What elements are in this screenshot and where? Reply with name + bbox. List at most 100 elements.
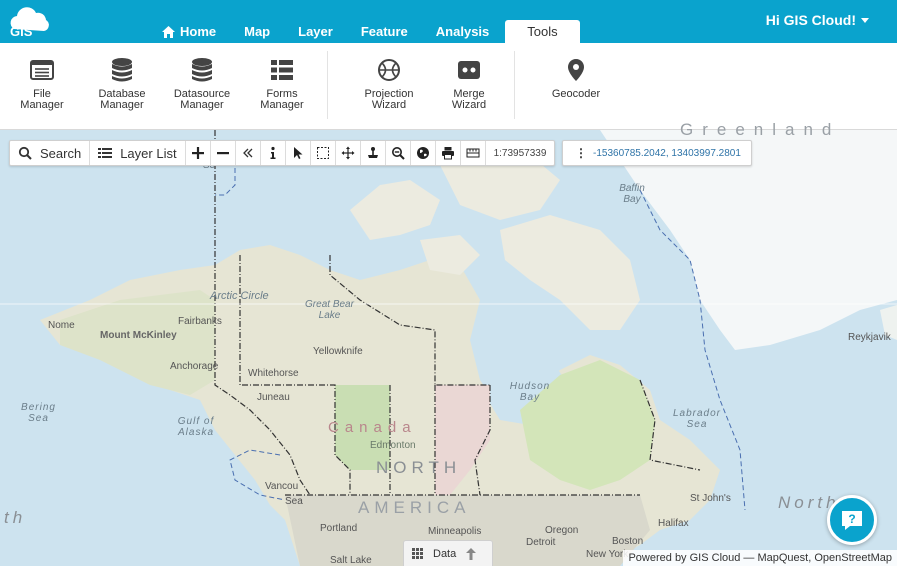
- map-attribution: Powered by GIS Cloud — MapQuest, OpenStr…: [623, 550, 897, 566]
- map-label-hudson-bay: Hudson Bay: [509, 381, 551, 403]
- gis-cloud-logo[interactable]: GIS: [6, 5, 52, 39]
- tool-file-manager[interactable]: File Manager: [2, 57, 82, 111]
- map-label-st-johns: St John's: [690, 493, 731, 504]
- database-icon: [112, 58, 132, 82]
- nav-tab-label: Tools: [527, 24, 558, 39]
- map-label-pacific-fragment: th: [4, 508, 27, 527]
- data-panel-tab[interactable]: Data: [403, 540, 493, 566]
- map-label-portland: Portland: [320, 523, 358, 534]
- tool-datasource-manager[interactable]: Datasource Manager: [162, 57, 242, 111]
- full-extent-button[interactable]: [411, 141, 436, 165]
- svg-text:?: ?: [848, 512, 855, 526]
- select-tool-button[interactable]: [286, 141, 311, 165]
- map-scale: 1:73957339: [493, 147, 547, 159]
- map-label-oregon: Oregon: [545, 525, 579, 536]
- nav-tab-tools[interactable]: Tools: [505, 20, 580, 43]
- map-label-salt-lake: Salt Lake: [330, 555, 372, 566]
- map-label-vancouver: Vancou: [265, 481, 299, 492]
- zoom-out-icon: [216, 152, 229, 155]
- map-pin-icon: [568, 59, 584, 81]
- tool-label: Database Manager: [98, 88, 146, 111]
- map-label-greenland: Greenland: [680, 120, 841, 139]
- print-button[interactable]: [436, 141, 461, 165]
- nav-tab-label: Layer: [298, 24, 333, 39]
- zoom-box-button[interactable]: [386, 141, 411, 165]
- map-label-nome: Nome: [48, 320, 75, 331]
- map-label-halifax: Halifax: [658, 518, 689, 529]
- select-pointer-icon: [293, 147, 303, 159]
- tool-merge-wizard[interactable]: Merge Wizard: [429, 57, 509, 111]
- info-icon: [270, 146, 276, 159]
- tool-geocoder[interactable]: Geocoder: [536, 57, 616, 100]
- help-button[interactable]: ?: [827, 495, 877, 545]
- datasource-icon: [192, 58, 212, 82]
- tool-label: Merge Wizard: [451, 88, 487, 111]
- nav-tab-analysis[interactable]: Analysis: [422, 20, 503, 43]
- top-bar: GIS Home Map Layer Feature Analysis Tools Hi …: [0, 0, 897, 43]
- search-icon: [18, 146, 32, 160]
- anchor-tool-button[interactable]: [361, 141, 386, 165]
- map-label-new-york: New York: [586, 549, 629, 560]
- tool-label: Projection Wizard: [364, 88, 414, 111]
- map-label-reykjavik: Reykjavik: [848, 332, 891, 343]
- user-menu[interactable]: Hi GIS Cloud!: [766, 12, 869, 28]
- map-label-edmonton: Edmonton: [370, 440, 416, 451]
- zoom-out-button[interactable]: [211, 141, 236, 165]
- nav-tab-label: Home: [180, 24, 217, 39]
- layer-list-label: Layer List: [120, 145, 177, 161]
- more-vertical-icon[interactable]: ⋮: [575, 146, 587, 160]
- globe-icon: [416, 147, 429, 159]
- data-tab-label: Data: [433, 547, 457, 560]
- nav-tab-label: Analysis: [435, 24, 490, 39]
- nav-tab-label: Map: [244, 24, 271, 39]
- map-label-baffin-bay: Baffin Bay: [619, 183, 645, 205]
- anchor-icon: [367, 147, 378, 158]
- tool-label: Forms Manager: [260, 88, 304, 111]
- nav-tab-feature[interactable]: Feature: [347, 20, 422, 43]
- coordinate-readout[interactable]: ⋮ -15360785.2042, 13403997.2801: [562, 140, 752, 166]
- tool-label: Geocoder: [551, 88, 601, 100]
- map-label-mount-mckinley: Mount McKinley: [100, 330, 177, 341]
- box-select-icon: [316, 147, 329, 159]
- grid-icon: [412, 548, 423, 559]
- map-label-bering-sea: Bering Sea: [21, 402, 56, 424]
- merge-icon: [458, 61, 480, 79]
- tool-projection-wizard[interactable]: Projection Wizard: [349, 57, 429, 111]
- map-label-seattle: Sea: [285, 496, 303, 507]
- pan-tool-button[interactable]: [336, 141, 361, 165]
- forms-icon: [271, 60, 293, 80]
- collapse-toolbar-button[interactable]: [236, 141, 261, 165]
- search-button[interactable]: Search: [10, 141, 91, 165]
- tool-database-manager[interactable]: Database Manager: [82, 57, 162, 111]
- measure-tool-button[interactable]: [461, 141, 486, 165]
- map-label-minneapolis: Minneapolis: [428, 526, 482, 537]
- map-label-detroit: Detroit: [526, 537, 556, 548]
- nav-tab-home[interactable]: Home: [148, 20, 230, 43]
- map-label-arctic-circle: Arctic Circle: [210, 290, 269, 302]
- layer-list-button[interactable]: Layer List: [90, 141, 186, 165]
- info-tool-button[interactable]: [261, 141, 286, 165]
- ribbon-divider: [327, 51, 328, 119]
- tool-label: File Manager: [20, 88, 64, 111]
- search-label: Search: [40, 145, 82, 161]
- zoom-in-button[interactable]: [186, 141, 211, 165]
- nav-tab-layer[interactable]: Layer: [284, 20, 347, 43]
- zoom-box-icon: [391, 147, 405, 160]
- tool-forms-manager[interactable]: Forms Manager: [242, 57, 322, 111]
- list-icon: [98, 148, 113, 158]
- home-icon: [162, 25, 175, 38]
- map-label-labrador-sea: Labrador Sea: [672, 408, 722, 430]
- map-label-juneau: Juneau: [257, 392, 290, 403]
- nav-tab-map[interactable]: Map: [230, 20, 284, 43]
- map-label-fairbanks: Fairbanks: [178, 316, 222, 327]
- map-label-whitehorse: Whitehorse: [248, 368, 299, 379]
- tool-label: Datasource Manager: [173, 88, 231, 111]
- chevron-down-icon: [861, 18, 869, 23]
- zoom-in-icon: [191, 147, 204, 159]
- box-select-button[interactable]: [311, 141, 336, 165]
- map-toolbar: Search Layer List 1:73957339: [9, 140, 556, 166]
- pan-icon: [341, 146, 355, 160]
- tools-ribbon: File Manager Database Manager Datasource Mana…: [0, 43, 897, 130]
- user-greeting: Hi GIS Cloud!: [765, 12, 856, 28]
- map-label-boston: Boston: [612, 536, 644, 547]
